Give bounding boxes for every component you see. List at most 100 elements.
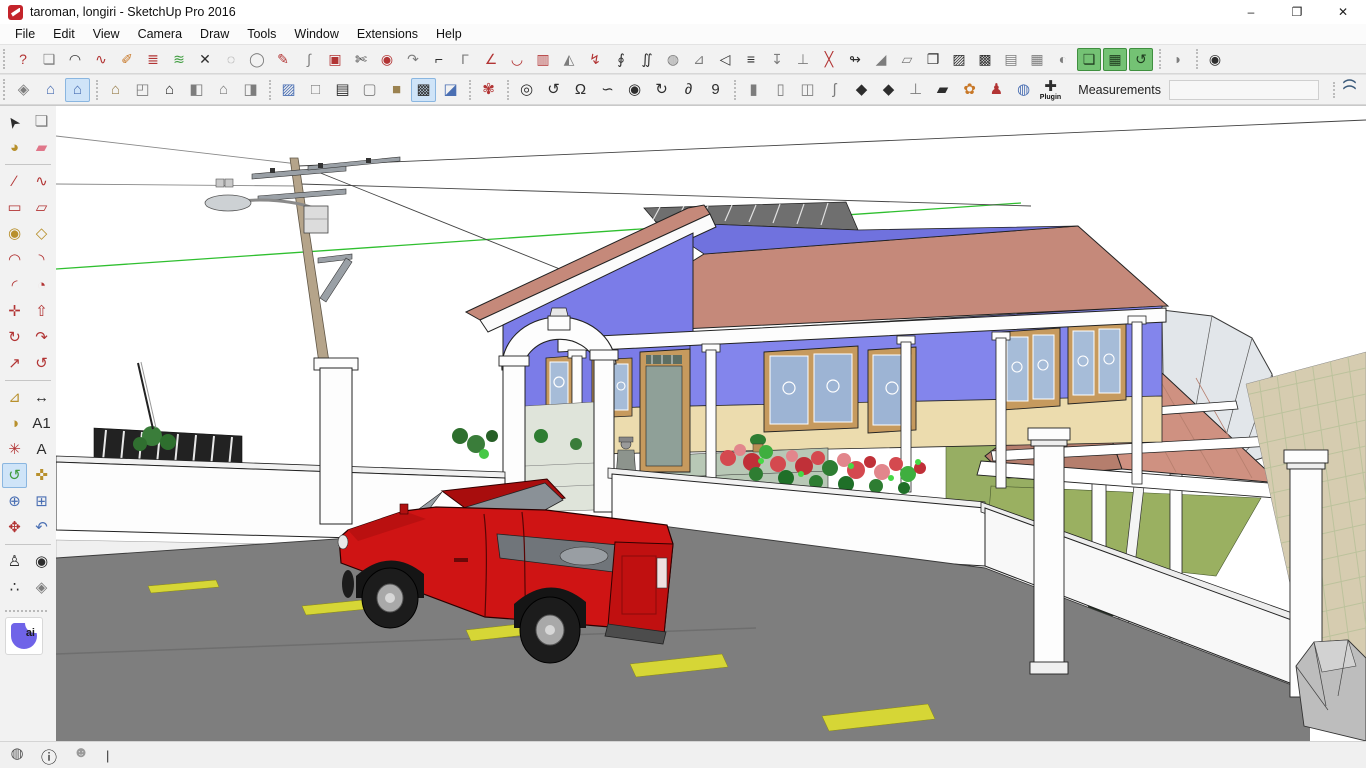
window[interactable] <box>1002 328 1060 410</box>
vegetation-icon[interactable]: ✾ <box>476 78 501 102</box>
close-button[interactable]: ✕ <box>1320 0 1366 24</box>
spiral-1-icon[interactable]: ◎ <box>514 78 539 102</box>
ext-pin-pencil-icon[interactable]: ✎ <box>271 48 295 71</box>
spiral-6-icon[interactable]: ↻ <box>649 78 674 102</box>
ext-loop-icon[interactable]: ◌ <box>219 48 243 71</box>
menu-extensions[interactable]: Extensions <box>348 25 427 43</box>
ext-cage-icon[interactable]: ▥ <box>531 48 555 71</box>
spiral-4-icon[interactable]: ∽ <box>595 78 620 102</box>
rotated-rectangle-icon[interactable]: ▱ <box>29 195 54 220</box>
fruit-bowl-icon[interactable]: ✿ <box>957 78 982 102</box>
ext-plane-icon[interactable]: ▱ <box>895 48 919 71</box>
axes-tool-icon[interactable]: ✳ <box>2 437 27 462</box>
zoom-extents-icon[interactable]: ✥ <box>2 515 27 540</box>
polygon-icon[interactable]: ◇ <box>29 221 54 246</box>
view-left-icon[interactable]: ◨ <box>238 78 263 102</box>
spiral-5-icon[interactable]: ◉ <box>622 78 647 102</box>
model-axes-icon[interactable]: ⌂ <box>38 78 63 102</box>
toolbar-collapse-icon[interactable]: ⌒ ⌒ <box>1333 84 1356 96</box>
ext-screw-icon[interactable]: ↧ <box>765 48 789 71</box>
rotate-icon[interactable]: ↻ <box>2 325 27 350</box>
menu-help[interactable]: Help <box>427 25 471 43</box>
spiral-3-icon[interactable]: Ω <box>568 78 593 102</box>
ext-box-icon[interactable]: ▣ <box>323 48 347 71</box>
ext-fillet2-icon[interactable]: Γ <box>453 48 477 71</box>
maximize-button[interactable]: ❐ <box>1274 0 1320 24</box>
ext-coil2-icon[interactable]: ∬ <box>635 48 659 71</box>
ext-terrain2-icon[interactable]: ▦ <box>1103 48 1127 71</box>
menu-camera[interactable]: Camera <box>129 25 191 43</box>
style-shaded-icon[interactable]: ■ <box>384 78 409 102</box>
section-plane-icon[interactable]: ◈ <box>11 78 36 102</box>
front-door[interactable] <box>640 349 690 472</box>
globe-link-icon[interactable]: ◍ <box>1011 78 1036 102</box>
ext-hatch1-icon[interactable]: ▨ <box>947 48 971 71</box>
door-open-icon[interactable]: ◫ <box>795 78 820 102</box>
eraser-icon[interactable]: ▰ <box>29 135 54 160</box>
window[interactable] <box>1068 322 1126 404</box>
credits-icon[interactable]: ⓘ <box>40 744 58 768</box>
ext-layer-color-icon[interactable]: ≋ <box>167 48 191 71</box>
3d-text-icon[interactable]: A <box>29 437 54 462</box>
ext-bolt-icon[interactable]: ↯ <box>583 48 607 71</box>
push-pull-icon[interactable]: ⇧ <box>29 299 54 324</box>
ext-compass-icon[interactable]: ✕ <box>193 48 217 71</box>
rock[interactable] <box>1296 640 1366 741</box>
ext-ramp-icon[interactable]: ◢ <box>869 48 893 71</box>
ext-swoop-icon[interactable]: ↷ <box>401 48 425 71</box>
walk-icon[interactable]: ∴ <box>2 575 27 600</box>
panel-dark2-icon[interactable]: ◆ <box>876 78 901 102</box>
circle-icon[interactable]: ◉ <box>2 221 27 246</box>
viewport[interactable] <box>56 106 1366 741</box>
menu-view[interactable]: View <box>84 25 129 43</box>
offset-icon[interactable]: ↺ <box>29 351 54 376</box>
ext-globe-cam-icon[interactable]: ◉ <box>1203 48 1227 71</box>
style-xray-icon[interactable]: ▨ <box>276 78 301 102</box>
two-point-arc-icon[interactable]: ◝ <box>29 247 54 272</box>
ext-hatch3-icon[interactable]: ▤ <box>999 48 1023 71</box>
viewport-canvas[interactable] <box>56 106 1366 741</box>
position-camera-icon[interactable]: ♙ <box>2 549 27 574</box>
ext-hatch4-icon[interactable]: ▦ <box>1025 48 1049 71</box>
hook-icon[interactable]: ʃ <box>822 78 847 102</box>
signin-icon[interactable]: ☻ <box>72 744 90 768</box>
ext-head-icon[interactable]: ◉ <box>375 48 399 71</box>
board-icon[interactable]: ▰ <box>930 78 955 102</box>
ext-wedge-icon[interactable]: ◁ <box>713 48 737 71</box>
menu-edit[interactable]: Edit <box>44 25 84 43</box>
ext-coil-icon[interactable]: ∮ <box>609 48 633 71</box>
scale-icon[interactable]: ↗ <box>2 351 27 376</box>
ext-frame-icon[interactable]: ❐ <box>921 48 945 71</box>
measurements-input[interactable] <box>1169 80 1319 100</box>
freehand-icon[interactable]: ∿ <box>29 169 54 194</box>
ext-lasso-icon[interactable]: ◯ <box>245 48 269 71</box>
zoom-icon[interactable]: ⊕ <box>2 489 27 514</box>
spiral-7-icon[interactable]: ∂ <box>676 78 701 102</box>
style-wireframe-icon[interactable]: □ <box>303 78 328 102</box>
ext-cone-icon[interactable]: ◭ <box>557 48 581 71</box>
protractor-icon[interactable]: ◑ <box>2 411 27 436</box>
ext-layer-stack-icon[interactable]: ≣ <box>141 48 165 71</box>
follow-me-icon[interactable]: ↷ <box>29 325 54 350</box>
minimize-button[interactable]: – <box>1228 0 1274 24</box>
ext-hatch2-icon[interactable]: ▩ <box>973 48 997 71</box>
porch-doors[interactable] <box>764 346 858 432</box>
ext-flag-icon[interactable]: ⊿ <box>687 48 711 71</box>
ext-tube-icon[interactable]: ∫ <box>297 48 321 71</box>
lamp-stand-icon[interactable]: ⊥ <box>903 78 928 102</box>
plugin-add-icon[interactable]: ✚Plugin <box>1038 78 1063 102</box>
ext-sketch-pencil-icon[interactable]: ✐ <box>115 48 139 71</box>
ext-swirl-icon[interactable]: ↺ <box>1129 48 1153 71</box>
ext-arc-add-icon[interactable]: ◠ <box>63 48 87 71</box>
view-iso-icon[interactable]: ⌂ <box>103 78 128 102</box>
move-icon[interactable]: ✛ <box>2 299 27 324</box>
ext-crescent-icon[interactable]: ◡ <box>505 48 529 71</box>
ext-branch-icon[interactable]: ↬ <box>843 48 867 71</box>
look-around-icon[interactable]: ◉ <box>29 549 54 574</box>
ext-stack-icon[interactable]: ≡ <box>739 48 763 71</box>
zoom-window-icon[interactable]: ⊞ <box>29 489 54 514</box>
style-hidden-line-icon[interactable]: ▢ <box>357 78 382 102</box>
ext-sticks-icon[interactable]: ╳ <box>817 48 841 71</box>
make-component-icon[interactable]: ❏ <box>29 109 54 134</box>
zoom-previous-icon[interactable]: ↶ <box>29 515 54 540</box>
